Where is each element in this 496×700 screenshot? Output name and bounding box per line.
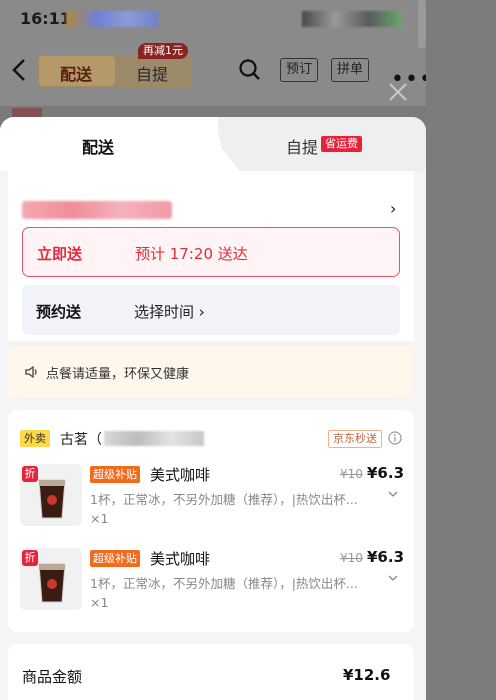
order-items-card: 外卖 古茗（ 京东秒送 折 超级补贴 美式咖啡 ¥10 ¥6.3 1杯，正常冰，… <box>8 410 414 632</box>
shop-name: 古茗（ <box>60 432 102 448</box>
instant-delivery-eta: 预计 17:20 送达 <box>135 245 248 263</box>
discount-icon: 折 <box>22 466 38 482</box>
subsidy-tag: 超级补贴 <box>90 466 140 483</box>
status-indicators-redacted <box>302 11 402 27</box>
subtotal-label: 商品金额 <box>22 668 83 686</box>
close-icon[interactable] <box>386 80 410 104</box>
mode-segment-control: 配送 自提 <box>38 55 192 87</box>
list-item[interactable]: 折 超级补贴 美式咖啡 ¥10 ¥6.3 1杯，正常冰，不另外加糖（推荐），|热… <box>20 548 410 622</box>
item-name: 美式咖啡 <box>150 466 211 484</box>
status-time: 16:11 <box>20 9 71 28</box>
item-price: ¥6.3 <box>367 464 405 482</box>
chevron-down-icon[interactable] <box>388 490 398 498</box>
item-spec: 1杯，正常冰，不另外加糖（推荐），|热饮出杯... <box>90 492 358 507</box>
group-order-button[interactable]: 拼单 <box>331 58 370 82</box>
eco-tip-bar: 点餐请适量，环保又健康 <box>8 346 414 398</box>
subsidy-tag: 超级补贴 <box>90 550 140 567</box>
instant-delivery-label: 立即送 <box>37 245 83 263</box>
subtotal-value: ¥12.6 <box>343 666 391 684</box>
chevron-down-icon[interactable] <box>388 574 398 582</box>
tab-delivery-label: 配送 <box>82 138 115 157</box>
search-icon[interactable] <box>238 58 262 82</box>
list-item[interactable]: 折 超级补贴 美式咖啡 ¥10 ¥6.3 1杯，正常冰，不另外加糖（推荐），|热… <box>20 464 410 538</box>
speaker-icon <box>25 365 37 379</box>
address-chevron-icon[interactable]: › <box>390 199 396 218</box>
delivery-options-card: › 立即送 预计 17:20 送达 预约送 选择时间 › <box>8 171 414 341</box>
save-shipping-badge: 省运费 <box>321 136 362 152</box>
top-nav: 配送 自提 再减1元 预订 拼单 ••• <box>0 36 432 106</box>
delivery-bottom-sheet: 配送 自提 省运费 › 立即送 预计 17:20 送达 预约送 选择时间 › 点… <box>0 117 426 700</box>
subtotal-card: 商品金额 ¥12.6 <box>8 644 414 700</box>
takeaway-tag: 外卖 <box>20 430 50 447</box>
shop-name-redacted <box>104 431 204 446</box>
segment-delivery-label: 配送 <box>60 65 93 84</box>
eco-tip-text: 点餐请适量，环保又健康 <box>46 367 190 382</box>
item-quantity: ×1 <box>90 595 109 610</box>
scheduled-delivery-option[interactable]: 预约送 选择时间 › <box>22 285 400 335</box>
tab-delivery-curve <box>196 117 240 171</box>
scheduled-delivery-label: 预约送 <box>36 303 82 321</box>
right-edge-area <box>426 0 496 700</box>
scroll-thumb[interactable] <box>418 0 426 48</box>
info-icon[interactable] <box>388 431 402 445</box>
preorder-button[interactable]: 预订 <box>280 58 319 82</box>
select-time-link[interactable]: 选择时间 › <box>134 301 205 322</box>
tab-pickup-label[interactable]: 自提 <box>286 134 318 158</box>
product-thumbnail: 折 <box>20 464 82 526</box>
item-spec: 1杯，正常冰，不另外加糖（推荐），|热饮出杯... <box>90 576 358 591</box>
item-price: ¥6.3 <box>367 548 405 566</box>
original-price: ¥10 <box>340 551 363 565</box>
delivery-mode-tabs: 配送 自提 省运费 <box>0 117 426 171</box>
delivery-service-tag: 京东秒送 <box>328 430 382 448</box>
original-price: ¥10 <box>340 467 363 481</box>
discount-icon: 折 <box>22 550 38 566</box>
product-thumbnail: 折 <box>20 548 82 610</box>
instant-delivery-option[interactable]: 立即送 预计 17:20 送达 <box>22 227 400 277</box>
coffee-cup-icon <box>38 479 66 519</box>
delivery-address-redacted[interactable] <box>22 201 172 219</box>
back-arrow-icon[interactable] <box>10 57 28 83</box>
coffee-cup-icon <box>38 563 66 603</box>
item-name: 美式咖啡 <box>150 550 211 568</box>
status-icons-redacted <box>66 11 158 27</box>
item-quantity: ×1 <box>90 511 109 526</box>
segment-pickup-label[interactable]: 自提 <box>136 61 168 85</box>
promo-badge: 再减1元 <box>138 43 188 59</box>
